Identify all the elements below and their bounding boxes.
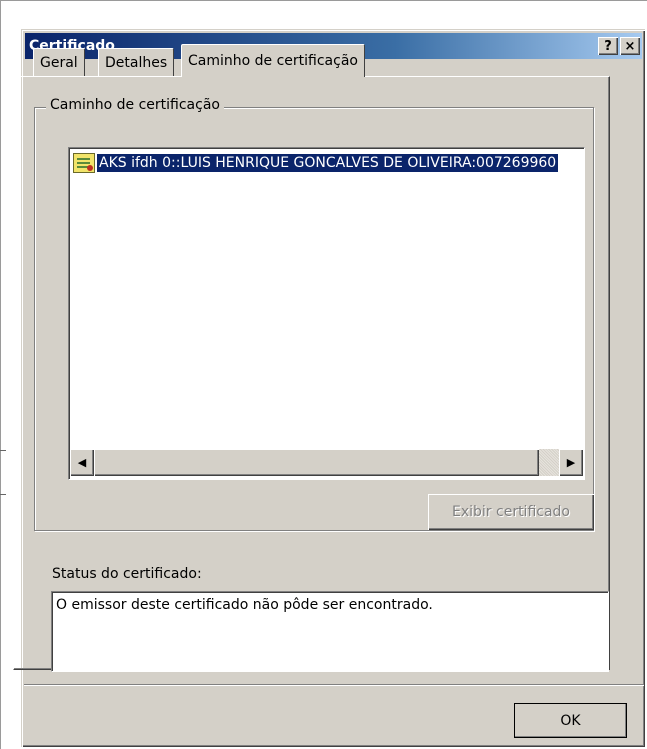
tab-caminho[interactable]: Caminho de certificação — [181, 44, 365, 77]
list-item[interactable]: AKS ifdh 0::LUIS HENRIQUE GONCALVES DE O… — [73, 152, 559, 174]
dialog-separator — [24, 684, 644, 686]
tab-label: Detalhes — [105, 54, 168, 71]
help-button[interactable]: ? — [598, 37, 618, 55]
page-tick — [0, 494, 6, 495]
scroll-left-button[interactable]: ◀ — [70, 449, 94, 476]
tab-detalhes[interactable]: Detalhes — [98, 48, 175, 76]
list-item-label: AKS ifdh 0::LUIS HENRIQUE GONCALVES DE O… — [97, 154, 559, 172]
certificate-warning-icon — [73, 153, 95, 173]
status-label: Status do certificado: — [52, 566, 202, 582]
page-top-rule — [0, 0, 647, 1]
page-left-rule — [0, 0, 1, 749]
ok-button[interactable]: OK — [514, 703, 627, 738]
tab-geral[interactable]: Geral — [33, 48, 85, 76]
button-label: OK — [560, 712, 581, 729]
right-arrow-icon: ▶ — [566, 456, 576, 469]
left-arrow-icon: ◀ — [77, 456, 87, 469]
certificate-status-text: O emissor deste certificado não pôde ser… — [51, 591, 609, 672]
status-text: O emissor deste certificado não pôde ser… — [56, 597, 433, 613]
close-button[interactable]: × — [620, 37, 640, 55]
view-certificate-button[interactable]: Exibir certificado — [428, 494, 594, 530]
scroll-right-button[interactable]: ▶ — [559, 449, 583, 476]
page-tick — [0, 450, 6, 451]
tab-label: Caminho de certificação — [188, 53, 358, 69]
scroll-thumb[interactable] — [94, 449, 539, 476]
group-legend: Caminho de certificação — [46, 97, 224, 113]
tab-label: Geral — [40, 54, 78, 71]
button-label: Exibir certificado — [452, 504, 570, 520]
horizontal-scrollbar[interactable]: ◀ ▶ — [70, 449, 583, 476]
certification-path-list[interactable]: AKS ifdh 0::LUIS HENRIQUE GONCALVES DE O… — [68, 147, 585, 480]
